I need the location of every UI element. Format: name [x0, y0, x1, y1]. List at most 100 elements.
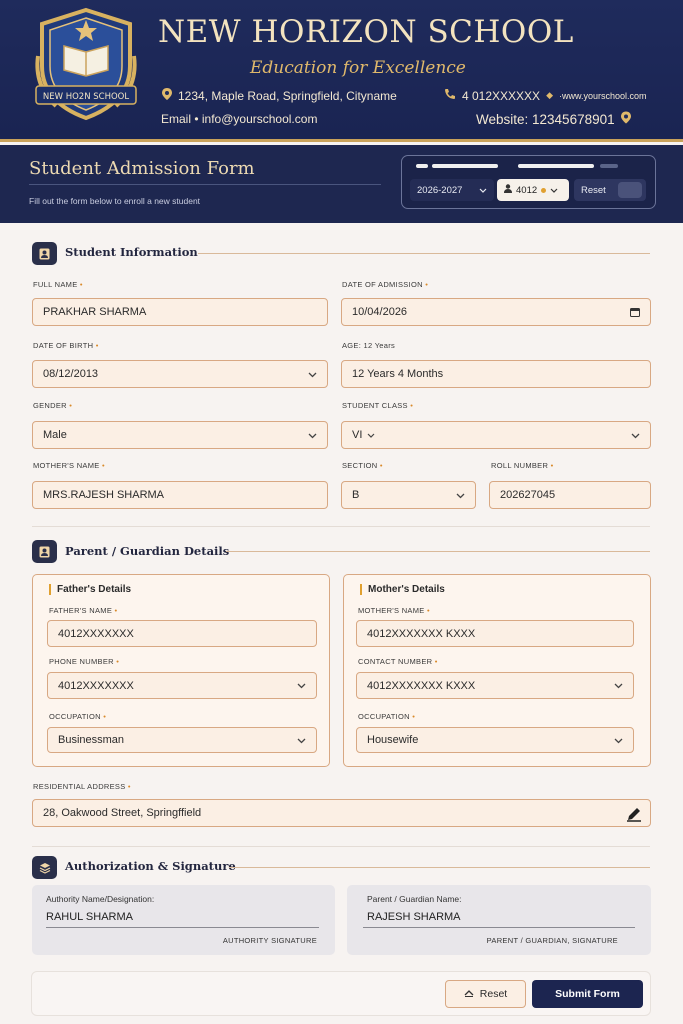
section-divider: [32, 846, 650, 847]
form-header-bar: Student Admission Form Fill out the form…: [0, 145, 683, 223]
mother-card-title: Mother's Details: [360, 584, 445, 595]
dob-select[interactable]: 08/12/2013: [32, 360, 328, 388]
address-input[interactable]: 28, Oakwood Street, Springffield: [32, 799, 651, 827]
section-title-student: Student Information: [65, 245, 198, 259]
roll-number-input[interactable]: 202627045: [489, 481, 651, 509]
mother-name-label: MOTHER'S NAME •: [358, 606, 430, 615]
section-value: B: [352, 489, 360, 501]
mother-details-card: Mother's Details MOTHER'S NAME • 4012XXX…: [343, 574, 651, 767]
session-select[interactable]: 2026-2027: [410, 179, 494, 201]
section-label: SECTION •: [342, 461, 383, 470]
guardian-name[interactable]: RAJESH SHARMA: [367, 911, 461, 923]
admission-date-input[interactable]: 10/04/2026: [341, 298, 651, 326]
progress-segment: [600, 164, 618, 168]
father-occupation-label: OCCUPATION •: [49, 712, 107, 721]
accent-bar: [49, 584, 51, 595]
guardian-signature-caption: PARENT / GUARDIAN, SIGNATURE: [486, 936, 618, 945]
mother-contact-value: 4012XXXXXXX KXXX: [367, 679, 476, 692]
mother-name-input[interactable]: 4012XXXXXXX KXXX: [356, 620, 634, 647]
website-line: Website: 12345678901: [476, 111, 631, 127]
father-occupation-select[interactable]: Businessman: [47, 727, 317, 753]
section-rule: [229, 867, 650, 868]
school-website[interactable]: Website: 12345678901: [476, 112, 615, 127]
section-title-authorization: Authorization & Signature: [65, 859, 236, 873]
section-select[interactable]: B: [341, 481, 476, 509]
father-name-input[interactable]: 4012XXXXXXX: [47, 620, 317, 647]
mother-card-title-text: Mother's Details: [368, 584, 445, 595]
authorization-section-icon: [32, 856, 57, 879]
authority-signature-card: Authority Name/Designation: RAHUL SHARMA…: [32, 885, 335, 955]
submit-button-label: Submit Form: [555, 988, 620, 1000]
reset-button[interactable]: Reset: [445, 980, 526, 1008]
father-occupation-value: Businessman: [58, 734, 125, 746]
school-address: 1234, Maple Road, Springfield, Cityname: [178, 88, 397, 103]
svg-text:NEW HO2N SCHOOL: NEW HO2N SCHOOL: [43, 92, 129, 102]
status-dot-icon: [541, 187, 547, 193]
pencil-icon[interactable]: [626, 806, 642, 822]
chevron-down-icon: [367, 429, 375, 441]
progress-segment: [416, 164, 428, 168]
school-name: NEW HORIZON SCHOOL: [158, 14, 574, 50]
session-controls: 2026-2027 4012 Reset: [401, 155, 656, 209]
chevron-down-icon: [456, 493, 465, 499]
mother-name-label: MOTHER'S NAME •: [33, 461, 105, 470]
mother-name-input[interactable]: MRS.RAJESH SHARMA: [32, 481, 328, 509]
toggle-knob: [618, 182, 642, 198]
chevron-down-icon: [308, 433, 317, 439]
admission-date-label: DATE OF ADMISSION •: [342, 280, 429, 289]
gender-value: Male: [43, 429, 67, 441]
section-title-parent: Parent / Guardian Details: [65, 544, 230, 558]
progress-segment: [432, 164, 498, 168]
signature-line: [46, 927, 319, 928]
roll-number-label: ROLL NUMBER •: [491, 461, 554, 470]
form-subtitle: Fill out the form below to enroll a new …: [29, 196, 201, 206]
school-email[interactable]: Email • info@yourschool.com: [161, 112, 317, 126]
reset-button-label: Reset: [479, 988, 508, 1000]
father-details-card: Father's Details FATHER'S NAME • 4012XXX…: [32, 574, 330, 767]
parent-section-icon: [32, 540, 57, 563]
submit-form-button[interactable]: Submit Form: [532, 980, 643, 1008]
guardian-name-label: Parent / Guardian Name:: [367, 894, 462, 904]
gender-label: GENDER •: [33, 401, 73, 410]
mother-contact-label: CONTACT NUMBER •: [358, 657, 438, 666]
chevron-down-icon: [308, 372, 317, 378]
location-pin-icon: [620, 111, 631, 127]
user-id-value: 4012: [516, 184, 538, 196]
section-rule: [226, 551, 650, 552]
reset-label: Reset: [581, 184, 606, 196]
mother-contact-select[interactable]: 4012XXXXXXX KXXX: [356, 672, 634, 699]
chevron-down-icon: [614, 683, 623, 689]
full-name-input[interactable]: PRAKHAR SHARMA: [32, 298, 328, 326]
gender-select[interactable]: Male: [32, 421, 328, 449]
location-pin-icon: [162, 88, 172, 103]
class-select[interactable]: VI: [341, 421, 651, 449]
dob-value: 08/12/2013: [43, 368, 99, 380]
class-label: STUDENT CLASS •: [342, 401, 414, 410]
progress-segment: [518, 164, 594, 168]
diamond-icon: ◆: [546, 90, 553, 100]
user-icon: [504, 184, 512, 196]
section-rule: [198, 253, 650, 254]
header-reset-button[interactable]: Reset: [574, 179, 646, 201]
admission-date-value: 10/04/2026: [352, 306, 408, 318]
father-phone-select[interactable]: 4012XXXXXXX: [47, 672, 317, 699]
address-value: 28, Oakwood Street, Springffield: [43, 807, 202, 819]
mother-occupation-select[interactable]: Housewife: [356, 727, 634, 753]
chevron-down-icon: [614, 738, 623, 744]
phone-icon: [444, 88, 456, 103]
user-id-select[interactable]: 4012: [497, 179, 569, 201]
father-phone-label: PHONE NUMBER •: [49, 657, 120, 666]
father-card-title-text: Father's Details: [57, 584, 132, 595]
school-tagline: Education for Excellence: [250, 58, 466, 78]
session-value: 2026-2027: [417, 184, 463, 196]
chevron-down-icon: [631, 433, 640, 439]
school-phone: 4 012XXXXXX: [462, 88, 541, 103]
chevron-down-icon: [550, 185, 558, 196]
address-label: RESIDENTIAL ADDRESS •: [33, 782, 131, 791]
calendar-icon[interactable]: [630, 307, 640, 317]
authority-name[interactable]: RAHUL SHARMA: [46, 911, 133, 923]
age-label: AGE: 12 Years: [342, 341, 396, 350]
title-underline: [29, 184, 381, 185]
authority-signature-caption: AUTHORITY SIGNATURE: [222, 936, 317, 945]
signature-line: [363, 927, 635, 928]
